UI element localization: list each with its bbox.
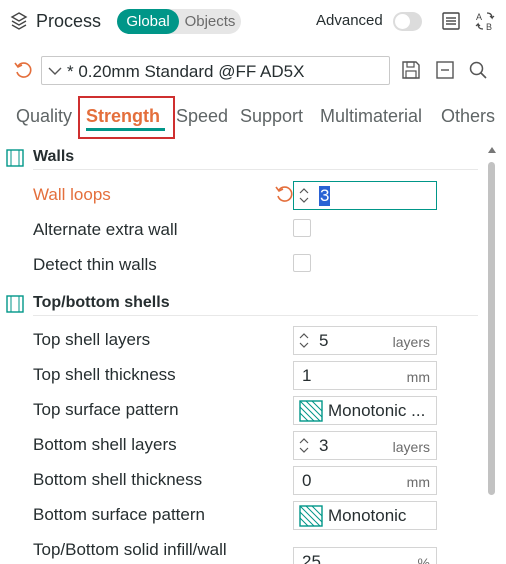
active-tab-highlight-box <box>78 96 175 139</box>
dropdown-value: Monotonic ... <box>328 401 426 420</box>
panel-title: Process <box>36 11 102 31</box>
section-walls: Walls <box>0 145 480 171</box>
process-header: Process Global Objects Advanced A B <box>0 0 506 44</box>
toggle-knob <box>395 14 410 29</box>
tab-speed[interactable]: Speed <box>176 106 228 127</box>
vertical-scrollbar[interactable] <box>485 142 499 564</box>
reset-icon[interactable] <box>275 185 293 203</box>
setting-top-shell-thickness: Top shell thickness 1 mm <box>0 360 480 390</box>
monotonic-pattern-icon <box>299 505 323 527</box>
setting-label: Top shell layers <box>33 330 151 349</box>
preset-row: * 0.20mm Standard @FF AD5X <box>0 50 506 90</box>
input-value: 25 <box>302 552 321 564</box>
setting-label: Detect thin walls <box>33 255 157 274</box>
compare-icon[interactable]: A B <box>474 10 496 32</box>
input-unit: layers <box>392 334 430 350</box>
top-shell-thickness-input[interactable]: 1 mm <box>293 361 437 390</box>
scope-objects-button[interactable]: Objects <box>179 9 241 34</box>
setting-label: Alternate extra wall <box>33 220 178 239</box>
section-title: Top/bottom shells <box>33 294 170 311</box>
advanced-toggle[interactable] <box>393 12 422 31</box>
walls-icon <box>6 149 24 167</box>
scope-global-button[interactable]: Global <box>117 9 179 34</box>
setting-bottom-shell-thickness: Bottom shell thickness 0 mm <box>0 465 480 495</box>
input-unit: mm <box>406 369 430 385</box>
setting-label: Bottom surface pattern <box>33 505 205 524</box>
setting-solid-infill-wall: Top/Bottom solid infill/wall 25 % <box>0 540 480 564</box>
bottom-shell-thickness-input[interactable]: 0 mm <box>293 466 437 495</box>
save-icon[interactable] <box>401 60 421 80</box>
chevron-down-icon <box>48 67 62 75</box>
scroll-up-icon[interactable] <box>488 146 496 154</box>
dropdown-value: Monotonic <box>328 506 407 525</box>
top-shell-layers-input[interactable]: 5 layers <box>293 326 437 355</box>
active-tab-underline <box>86 128 165 131</box>
input-value: 3 <box>319 436 329 455</box>
solid-infill-wall-input[interactable]: 25 % <box>293 547 437 564</box>
process-cube-icon <box>10 12 28 30</box>
spin-arrows-icon[interactable] <box>298 187 310 204</box>
setting-top-surface-pattern: Top surface pattern Monotonic ... <box>0 395 480 425</box>
list-icon[interactable] <box>441 11 461 31</box>
input-value: 0 <box>302 471 312 490</box>
setting-label: Bottom shell layers <box>33 435 177 454</box>
tab-quality[interactable]: Quality <box>16 106 72 127</box>
setting-bottom-shell-layers: Bottom shell layers 3 layers <box>0 430 480 460</box>
setting-wall-loops: Wall loops 3 <box>0 180 480 210</box>
minus-icon[interactable] <box>435 60 455 80</box>
shells-icon <box>6 295 24 313</box>
advanced-label: Advanced <box>316 12 383 29</box>
setting-label: Top shell thickness <box>33 365 176 384</box>
section-shells: Top/bottom shells <box>0 291 480 317</box>
spin-arrows-icon[interactable] <box>298 332 310 349</box>
input-unit: mm <box>406 474 430 490</box>
setting-label: Top surface pattern <box>33 400 179 419</box>
preset-name: * 0.20mm Standard @FF AD5X <box>67 62 305 81</box>
setting-label: Wall loops <box>33 185 111 204</box>
input-value: 1 <box>302 366 312 385</box>
setting-alternate-extra-wall: Alternate extra wall <box>0 215 480 245</box>
input-unit: layers <box>392 439 430 455</box>
section-title: Walls <box>33 148 75 165</box>
setting-label: Bottom shell thickness <box>33 470 203 489</box>
section-divider <box>33 315 478 316</box>
monotonic-pattern-icon <box>299 400 323 422</box>
preset-dropdown[interactable]: * 0.20mm Standard @FF AD5X <box>41 56 390 85</box>
search-icon[interactable] <box>468 60 488 80</box>
section-divider <box>33 169 478 170</box>
input-unit: % <box>417 555 430 564</box>
tab-support[interactable]: Support <box>240 106 303 127</box>
bottom-shell-layers-input[interactable]: 3 layers <box>293 431 437 460</box>
detect-thin-walls-checkbox[interactable] <box>293 254 311 272</box>
tab-multimaterial[interactable]: Multimaterial <box>320 106 422 127</box>
spin-arrows-icon[interactable] <box>298 437 310 454</box>
reset-icon[interactable] <box>14 61 32 79</box>
top-surface-pattern-dropdown[interactable]: Monotonic ... <box>293 396 437 425</box>
svg-text:A: A <box>476 12 482 22</box>
tab-others[interactable]: Others <box>441 106 495 127</box>
bottom-surface-pattern-dropdown[interactable]: Monotonic <box>293 501 437 530</box>
input-value: 3 <box>319 186 331 206</box>
input-value: 5 <box>319 331 329 350</box>
svg-text:B: B <box>486 22 492 32</box>
settings-tabs: Quality Strength Speed Support Multimate… <box>0 96 506 140</box>
scrollbar-thumb[interactable] <box>488 162 495 495</box>
scope-switch[interactable]: Global Objects <box>117 9 241 34</box>
wall-loops-input[interactable]: 3 <box>293 181 437 210</box>
alternate-extra-wall-checkbox[interactable] <box>293 219 311 237</box>
setting-label: Top/Bottom solid infill/wall <box>33 540 227 559</box>
setting-top-shell-layers: Top shell layers 5 layers <box>0 325 480 355</box>
setting-bottom-surface-pattern: Bottom surface pattern Monotonic <box>0 500 480 530</box>
setting-detect-thin-walls: Detect thin walls <box>0 250 480 280</box>
